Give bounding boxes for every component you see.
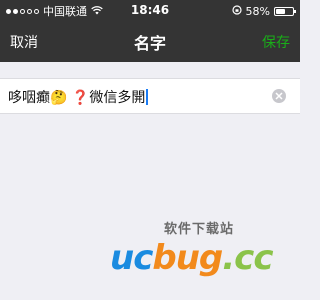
cancel-button[interactable]: 取消: [10, 32, 38, 52]
text-caret: [146, 89, 149, 105]
close-icon: [275, 92, 283, 100]
clear-input-button[interactable]: [272, 89, 286, 103]
status-right: 58%: [231, 4, 296, 18]
watermark-wordmark: ucbug.cc: [110, 238, 273, 278]
status-bar: 中国联通 18:46 58%: [0, 0, 300, 22]
rotation-lock-icon: [231, 4, 242, 18]
watermark-suffix: .cc: [222, 238, 273, 278]
watermark-tagline: 软件下载站: [164, 222, 235, 237]
battery-percent: 58%: [245, 4, 270, 18]
name-input[interactable]: 哆咽癫🤔 ❓微信多開: [8, 87, 149, 107]
watermark-logo: 软件下载站 ucbug.cc: [110, 218, 296, 294]
watermark-bug: bug: [152, 238, 223, 278]
page-title: 名字: [133, 34, 166, 53]
battery-fill: [276, 8, 285, 14]
save-button[interactable]: 保存: [262, 32, 290, 52]
name-input-value: 哆咽癫🤔 ❓微信多開: [8, 90, 146, 106]
watermark-uc: uc: [110, 238, 153, 278]
name-input-row: 哆咽癫🤔 ❓微信多開: [0, 78, 300, 114]
nav-bar: 取消 名字 保存: [0, 22, 300, 62]
battery-icon: [274, 6, 296, 16]
